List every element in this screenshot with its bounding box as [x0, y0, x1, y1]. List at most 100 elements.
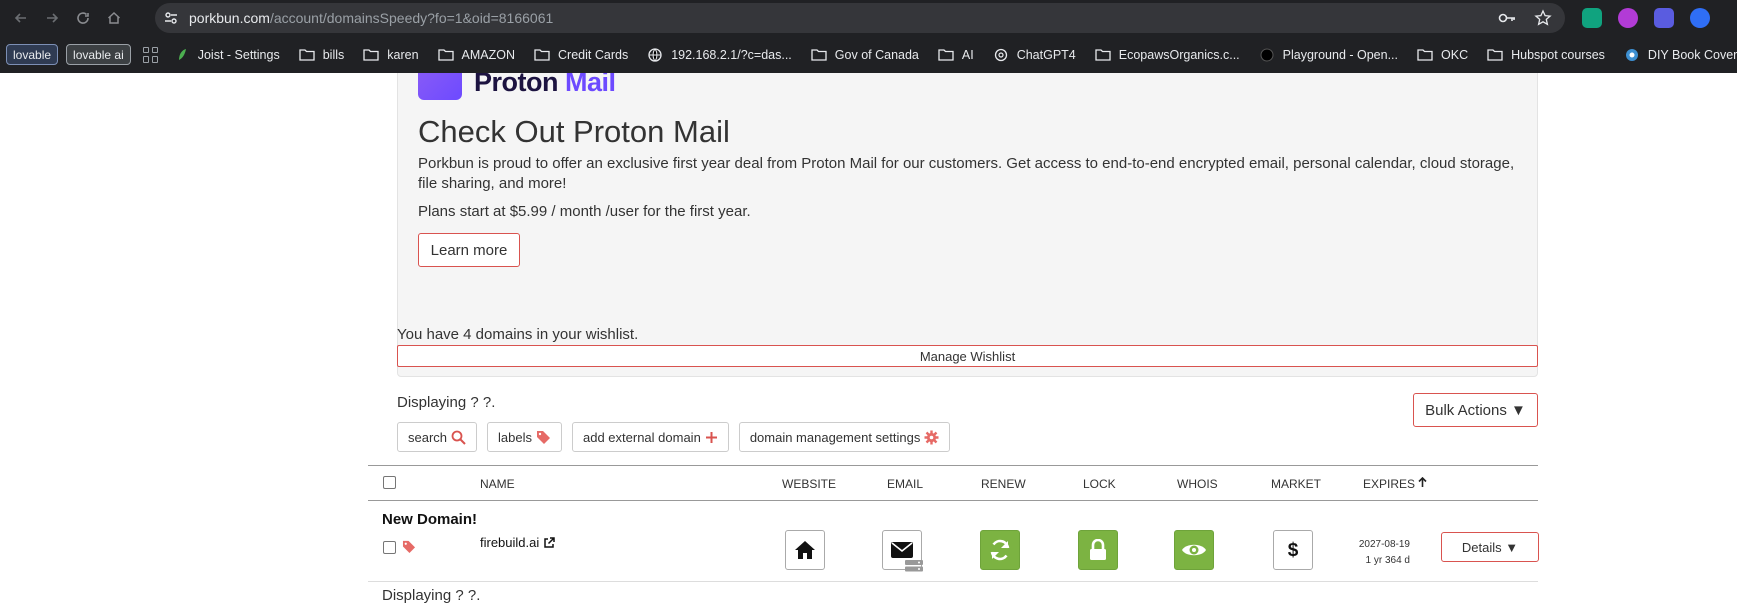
search-button[interactable]: search [397, 422, 478, 452]
displaying-count-top: Displaying ? ?. [397, 394, 496, 411]
folder-icon [938, 48, 954, 61]
website-button[interactable] [785, 530, 825, 570]
column-website: WEBSITE [782, 477, 837, 491]
bookmark-chatgpt4[interactable]: ChatGPT4 [993, 48, 1076, 62]
home-icon [795, 541, 815, 559]
site-info-icon[interactable] [157, 4, 185, 32]
market-button[interactable]: $ [1273, 530, 1313, 570]
address-bar[interactable]: porkbun.com/account/domainsSpeedy?fo=1&o… [155, 3, 1565, 33]
bookmark-folder-karen[interactable]: karen [363, 48, 419, 62]
add-external-domain-button[interactable]: add external domain [572, 422, 729, 452]
domain-tools: search labels add external domain domain… [397, 422, 951, 452]
bookmark-router[interactable]: 192.168.2.1/?c=das... [647, 48, 792, 62]
svg-text:$: $ [1288, 540, 1299, 561]
envelope-icon [891, 542, 913, 558]
bookmark-folder-amazon[interactable]: AMAZON [437, 48, 515, 62]
proton-mail-logo: Proton Mail [418, 73, 616, 100]
bookmark-folder-credit-cards[interactable]: Credit Cards [534, 48, 628, 62]
row-tag-icon[interactable] [402, 540, 416, 558]
column-expires[interactable]: EXPIRES [1363, 476, 1427, 491]
column-whois: WHOIS [1177, 477, 1218, 491]
folder-icon [1417, 48, 1433, 61]
column-email: EMAIL [887, 477, 924, 491]
url-text: porkbun.com/account/domainsSpeedy?fo=1&o… [189, 10, 554, 26]
proton-logo-icon [418, 73, 462, 100]
bookmarks-bar: lovable lovable ai Joist - Settings bill… [0, 36, 1737, 73]
table-header: NAME WEBSITE EMAIL RENEW LOCK WHOIS MARK… [368, 465, 1538, 501]
back-icon[interactable] [10, 7, 32, 29]
whois-privacy-button[interactable] [1174, 530, 1214, 570]
column-lock: LOCK [1083, 477, 1116, 491]
folder-icon [363, 48, 379, 61]
forward-icon[interactable] [41, 7, 63, 29]
extension-blue-icon[interactable] [1690, 8, 1710, 28]
tag-icon [536, 430, 551, 444]
manage-wishlist-button[interactable]: Manage Wishlist [397, 345, 1538, 367]
column-market: MARKET [1271, 477, 1322, 491]
expires-info: 2027-08-19 1 yr 364 d [1345, 537, 1410, 569]
labels-button[interactable]: labels [487, 422, 562, 452]
extension-purple-icon[interactable] [1618, 8, 1638, 28]
expires-remaining: 1 yr 364 d [1365, 555, 1410, 566]
external-link-icon [544, 536, 556, 548]
bookmark-lovable[interactable]: lovable [6, 44, 59, 65]
promo-description: Porkbun is proud to offer an exclusive f… [418, 155, 1515, 192]
email-button[interactable] [882, 530, 923, 572]
home-icon[interactable] [103, 7, 125, 29]
bulk-actions-button[interactable]: Bulk Actions ▼ [1413, 393, 1538, 427]
bookmark-playground[interactable]: Playground - Open... [1259, 48, 1398, 62]
eye-icon [1182, 544, 1206, 556]
folder-icon [1487, 48, 1503, 61]
details-button[interactable]: Details ▼ [1441, 532, 1539, 562]
column-name[interactable]: NAME [480, 477, 515, 491]
promo-title: Check Out Proton Mail [418, 114, 730, 149]
globe-icon [647, 47, 663, 62]
domains-table: NAME WEBSITE EMAIL RENEW LOCK WHOIS MARK… [368, 465, 1539, 582]
wishlist-text: You have 4 domains in your wishlist. [397, 326, 639, 343]
sort-up-arrow-icon [1418, 476, 1427, 487]
column-renew: RENEW [981, 477, 1026, 491]
book-icon [1624, 48, 1640, 61]
learn-more-button[interactable]: Learn more [418, 233, 520, 267]
folder-icon [534, 48, 550, 61]
lock-icon [1090, 539, 1106, 560]
folder-icon [299, 48, 315, 61]
bookmark-joist[interactable]: Joist - Settings [174, 48, 280, 62]
bookmark-folder-ecopaws[interactable]: EcopawsOrganics.c... [1095, 48, 1240, 62]
lock-button[interactable] [1078, 530, 1118, 570]
folder-icon [811, 48, 827, 61]
openai-icon [993, 48, 1009, 61]
bookmark-folder-okc[interactable]: OKC [1417, 48, 1468, 62]
server-badge-icon [905, 560, 923, 572]
plus-icon [705, 431, 718, 444]
bookmark-folder-gov-of-canada[interactable]: Gov of Canada [811, 48, 919, 62]
domain-name-link[interactable]: firebuild.ai [480, 535, 556, 550]
folder-icon [1095, 48, 1111, 61]
bookmark-lovable-ai[interactable]: lovable ai [66, 44, 131, 65]
folder-icon [437, 48, 454, 61]
dollar-icon: $ [1288, 540, 1299, 561]
select-all-checkbox[interactable] [383, 476, 396, 489]
bookmark-folder-ai[interactable]: AI [938, 48, 974, 62]
promo-plans: Plans start at $5.99 / month /user for t… [418, 203, 751, 220]
expires-date: 2027-08-19 [1358, 539, 1410, 550]
leaf-icon [174, 48, 190, 61]
extension-green-icon[interactable] [1582, 8, 1602, 28]
apps-grid-icon[interactable] [142, 46, 158, 63]
extension-gear-icon[interactable] [1654, 8, 1674, 28]
bookmark-star-icon[interactable] [1533, 8, 1553, 28]
bookmark-folder-bills[interactable]: bills [299, 48, 344, 62]
bookmark-folder-hubspot[interactable]: Hubspot courses [1487, 48, 1605, 62]
search-icon [451, 430, 466, 445]
bookmark-diy-book-covers[interactable]: DIY Book Covers [1624, 48, 1737, 62]
domain-management-settings-button[interactable]: domain management settings [738, 422, 951, 452]
password-key-icon[interactable] [1497, 8, 1517, 28]
table-row: New Domain! firebuild.ai $ 2027-08-19 1 … [368, 501, 1539, 582]
displaying-count-bottom: Displaying ? ?. [382, 587, 481, 604]
renew-button[interactable] [980, 530, 1020, 570]
page-content: Proton Mail Check Out Proton Mail Porkbu… [0, 73, 1737, 614]
browser-toolbar: porkbun.com/account/domainsSpeedy?fo=1&o… [0, 0, 1737, 36]
refresh-icon [990, 539, 1010, 561]
reload-icon[interactable] [72, 7, 94, 29]
row-checkbox[interactable] [383, 541, 396, 554]
